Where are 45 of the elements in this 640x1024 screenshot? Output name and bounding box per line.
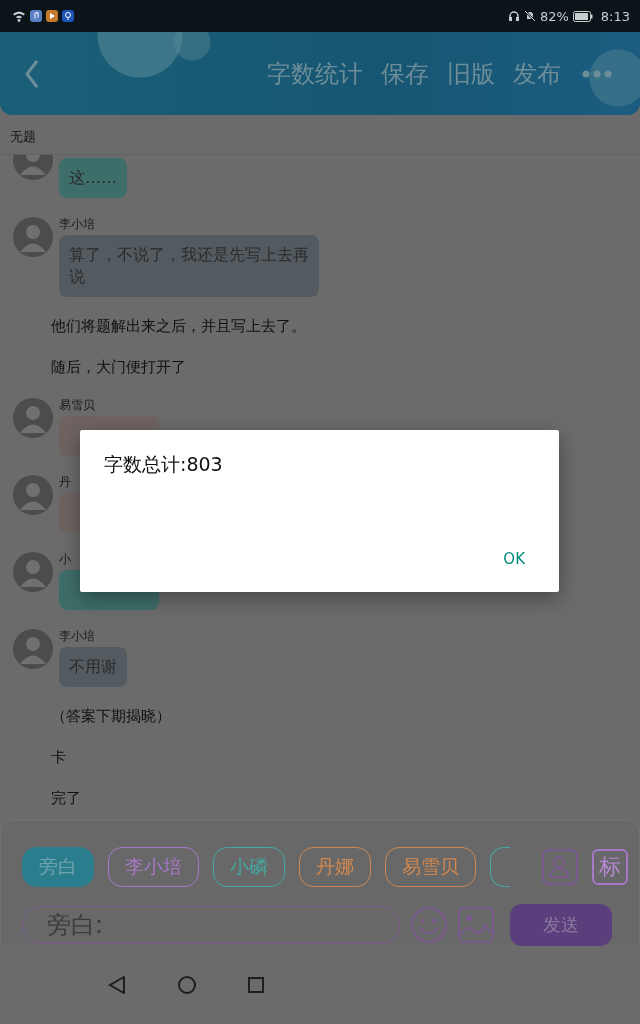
speaker-name: 李小培 (59, 217, 95, 231)
send-button[interactable]: 发送 (510, 904, 612, 946)
play-app-icon (46, 10, 58, 22)
narration-text: 随后，大门便打开了 (50, 357, 187, 377)
header-action[interactable]: 保存 (372, 57, 438, 90)
speaker-chip[interactable] (490, 847, 510, 887)
recents-nav-icon[interactable] (248, 976, 264, 993)
headphones-icon (507, 10, 520, 22)
music-app-icon (30, 10, 42, 22)
wifi-icon (12, 10, 26, 22)
avatar (13, 552, 53, 592)
dialog-message: 字数总计:803 (104, 452, 224, 477)
home-nav-icon[interactable] (178, 975, 196, 994)
back-nav-icon[interactable] (108, 975, 126, 994)
avatar (13, 475, 53, 515)
speaker-chip[interactable]: 易雪贝 (385, 847, 476, 887)
avatar (13, 217, 53, 257)
speaker-name: 易雪贝 (59, 398, 95, 412)
narration-text: （答案下期揭晓） (50, 706, 172, 726)
speaker-chip[interactable]: 小磷 (213, 847, 285, 887)
header-action[interactable]: 字数统计 (258, 57, 372, 90)
avatar (13, 629, 53, 669)
narration-text: 完了 (50, 788, 82, 808)
battery-percent: 82% (539, 8, 569, 24)
speaker-chip[interactable]: 旁白 (22, 847, 94, 887)
battery-icon (572, 10, 593, 22)
message-bubble: 这…… (59, 158, 127, 198)
document-title: 无题 (10, 129, 36, 144)
narration-text: 卡 (50, 747, 67, 767)
speaker-chip[interactable]: 李小培 (108, 847, 199, 887)
avatar (13, 398, 53, 438)
speaker-chip[interactable]: 丹娜 (299, 847, 371, 887)
header-action[interactable]: 旧版 (438, 57, 504, 90)
muted-bell-icon (523, 10, 536, 22)
bulb-app-icon (62, 10, 74, 22)
back-icon[interactable] (24, 58, 40, 89)
speaker-name: 李小培 (59, 629, 95, 643)
speaker-name: 丹 (59, 475, 71, 489)
more-icon[interactable] (582, 69, 612, 78)
header-action[interactable]: 发布 (504, 57, 570, 90)
clock: 8:13 (600, 8, 630, 24)
narration-text: 他们将题解出来之后，并且写上去了。 (50, 316, 307, 336)
tag-button[interactable]: 标 (592, 849, 628, 885)
speaker-name: 小 (59, 552, 71, 566)
ok-button[interactable]: OK (483, 542, 545, 576)
